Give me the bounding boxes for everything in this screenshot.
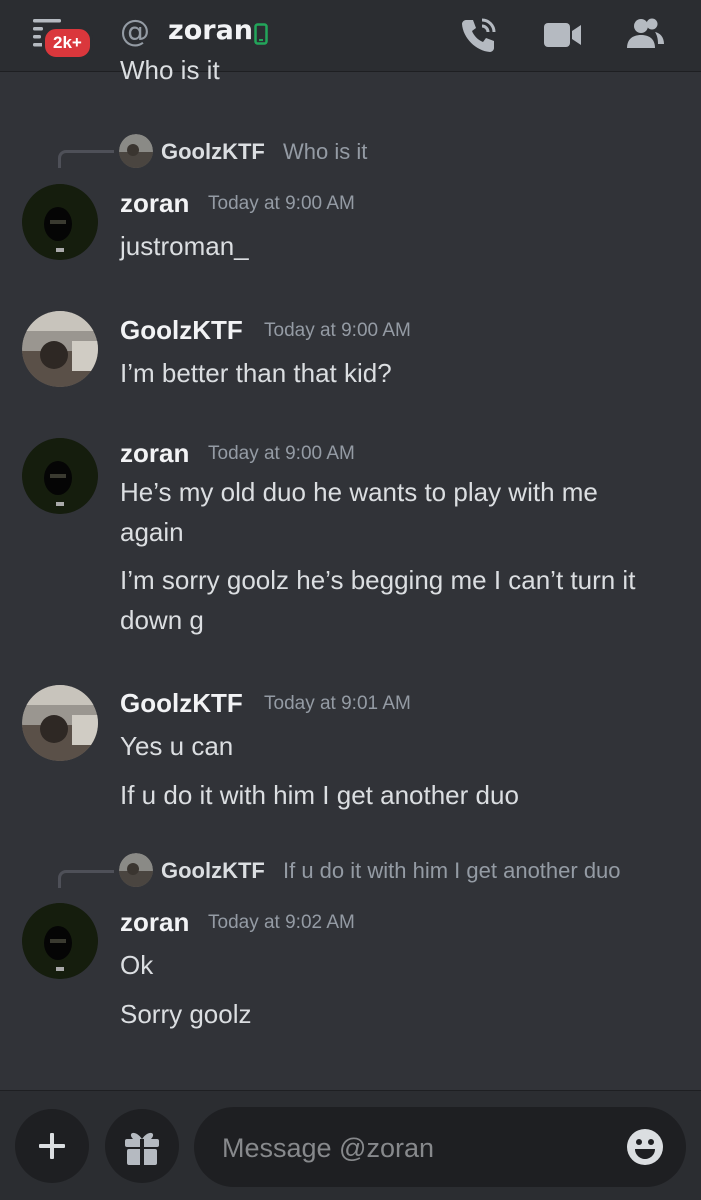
- at-icon: @: [120, 14, 150, 49]
- message-author[interactable]: zoran: [120, 438, 189, 469]
- avatar[interactable]: [22, 184, 98, 260]
- mobile-icon: [254, 23, 268, 45]
- plus-icon: [39, 1133, 65, 1159]
- message-author[interactable]: GoolzKTF: [120, 688, 243, 719]
- dm-title[interactable]: zoran: [168, 15, 253, 46]
- reply-snippet[interactable]: If u do it with him I get another duo: [283, 858, 621, 884]
- avatar[interactable]: [22, 438, 98, 514]
- menu-button[interactable]: 2k+: [30, 16, 94, 60]
- members-icon[interactable]: [624, 14, 666, 56]
- message-timestamp: Today at 9:00 AM: [264, 320, 411, 341]
- avatar[interactable]: [22, 311, 98, 387]
- message-timestamp: Today at 9:00 AM: [208, 193, 355, 214]
- avatar[interactable]: [22, 685, 98, 761]
- dm-header: 2k+ @ zoran: [0, 0, 701, 72]
- video-call-icon[interactable]: [541, 14, 583, 56]
- reply-connector: [58, 150, 114, 168]
- reply-connector: [58, 870, 114, 888]
- message-text: He’s my old duo he wants to play with me…: [120, 477, 598, 547]
- message-text: Ok: [120, 950, 154, 980]
- reply-author[interactable]: GoolzKTF: [161, 139, 265, 165]
- message-author[interactable]: GoolzKTF: [120, 315, 243, 346]
- reply-avatar: [119, 853, 153, 887]
- message-author[interactable]: zoran: [120, 188, 189, 219]
- gift-button[interactable]: [105, 1109, 179, 1183]
- avatar[interactable]: [22, 903, 98, 979]
- gift-icon: [125, 1132, 159, 1165]
- message-input[interactable]: [220, 1107, 604, 1189]
- message-text: If u do it with him I get another duo: [120, 780, 519, 810]
- message-text: I’m sorry goolz he’s begging me I can’t …: [120, 565, 636, 635]
- message-input-container: [194, 1107, 686, 1189]
- partial-message-text: Who is it: [120, 55, 220, 85]
- message-text: justroman_: [120, 231, 249, 261]
- message-timestamp: Today at 9:02 AM: [208, 912, 355, 933]
- message-text: Sorry goolz: [120, 999, 252, 1029]
- message-timestamp: Today at 9:01 AM: [264, 693, 411, 714]
- message-author[interactable]: zoran: [120, 907, 189, 938]
- message-timestamp: Today at 9:00 AM: [208, 443, 355, 464]
- reply-avatar: [119, 134, 153, 168]
- unread-badge: 2k+: [42, 26, 93, 60]
- reply-snippet[interactable]: Who is it: [283, 139, 367, 165]
- message-composer: [0, 1090, 701, 1200]
- reply-author[interactable]: GoolzKTF: [161, 858, 265, 884]
- emoji-icon[interactable]: [626, 1128, 664, 1166]
- attach-button[interactable]: [15, 1109, 89, 1183]
- message-text: Yes u can: [120, 731, 234, 761]
- message-text: I’m better than that kid?: [120, 358, 392, 388]
- voice-call-icon[interactable]: [458, 14, 500, 56]
